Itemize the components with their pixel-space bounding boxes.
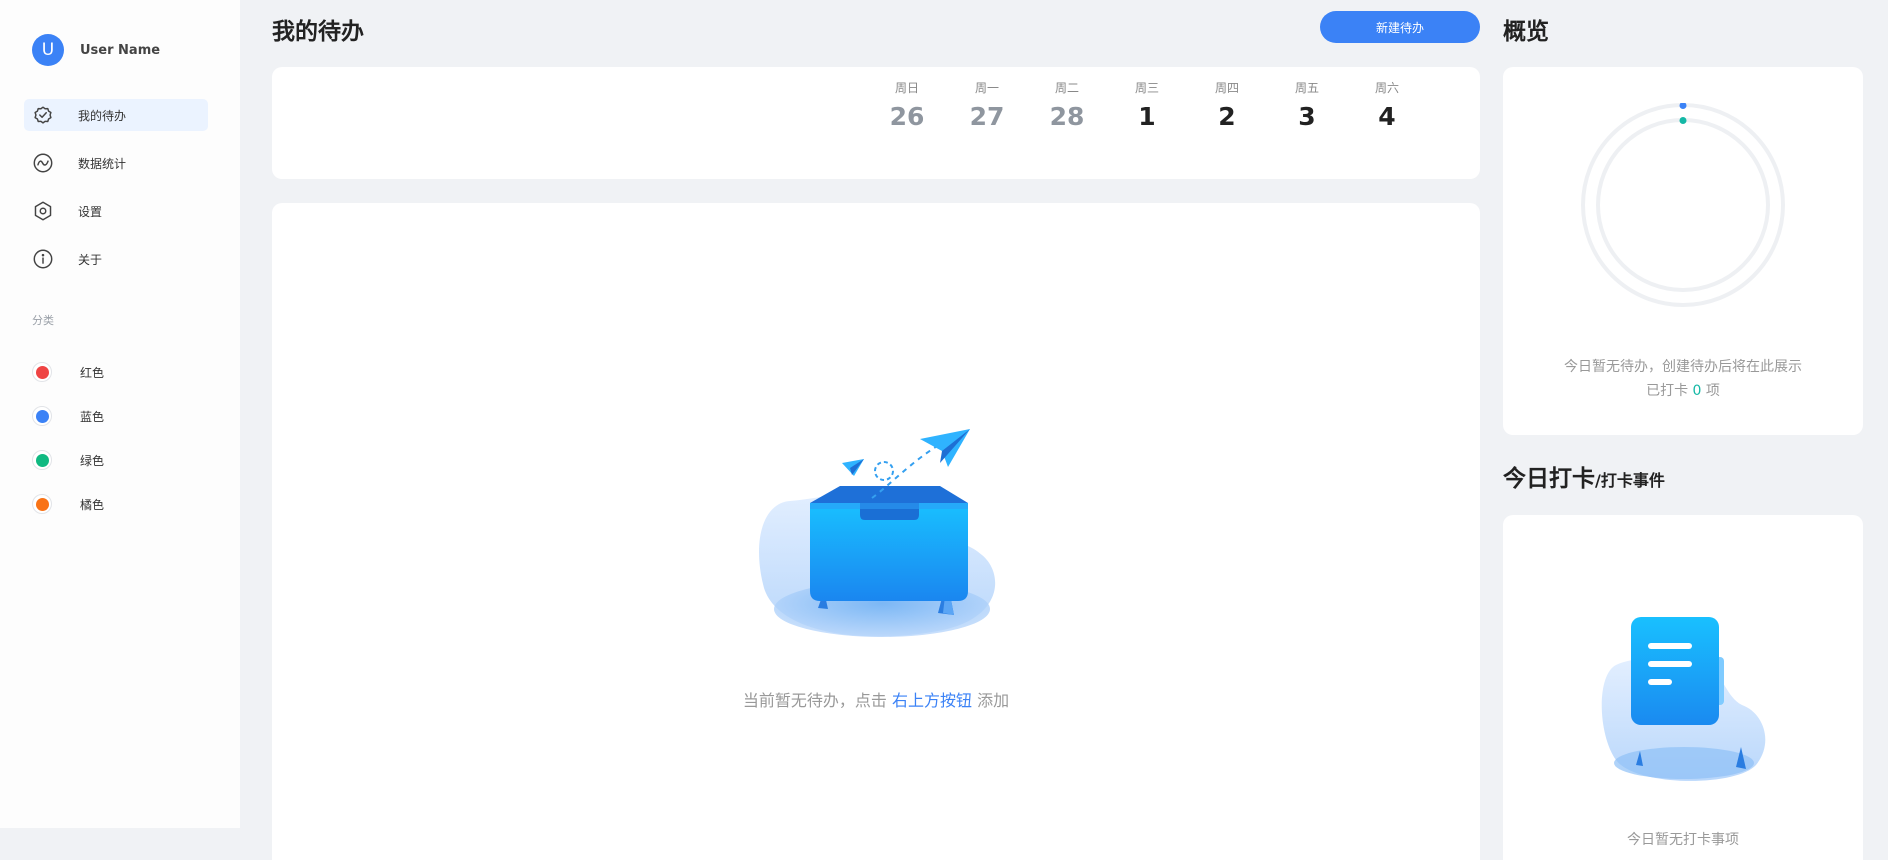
sidebar-item-label: 关于 <box>78 252 103 267</box>
punch-panel: 今日暂无打卡事项 <box>1503 515 1863 860</box>
sidebar-item-settings[interactable]: 设置 <box>24 195 208 227</box>
day-name: 周一 <box>974 81 999 95</box>
new-todo-button[interactable]: 新建待办 <box>1320 11 1480 43</box>
empty-inbox-illustration <box>759 429 996 637</box>
color-dot-icon <box>32 362 52 382</box>
day-number: 26 <box>889 102 925 131</box>
color-dot-icon <box>32 450 52 470</box>
check-shield-icon <box>34 106 52 124</box>
sidebar-item-label: 数据统计 <box>78 156 127 171</box>
punch-count: 0 <box>1692 383 1702 399</box>
sidebar-item-label: 我的待办 <box>78 108 127 123</box>
day-number: 1 <box>1138 102 1156 131</box>
empty-document-illustration <box>1601 617 1766 781</box>
day-name: 周六 <box>1374 81 1399 95</box>
week-days: 周日 26 周一 27 周二 28 周三 1 周四 2 周五 3 周六 4 <box>867 77 1427 131</box>
category-list: 红色 蓝色 绿色 橘色 <box>32 358 104 534</box>
category-label: 绿色 <box>80 453 105 468</box>
category-heading: 分类 <box>32 314 54 327</box>
empty-hint-suffix: 添加 <box>977 691 1010 710</box>
category-label: 红色 <box>80 365 105 380</box>
day-cell[interactable]: 周六 4 <box>1347 77 1427 131</box>
day-cell[interactable]: 周一 27 <box>947 77 1027 131</box>
color-dot-icon <box>32 494 52 514</box>
sidebar-item-my-todos[interactable]: 我的待办 <box>24 99 208 131</box>
category-item-orange[interactable]: 橘色 <box>32 490 104 518</box>
category-label: 橘色 <box>80 497 105 512</box>
todo-list-panel: 当前暂无待办，点击 右上方按钮 添加 <box>272 203 1480 860</box>
day-number: 2 <box>1218 102 1236 131</box>
sidebar: U User Name 我的待办 数据统计 设置 关于 分类 红色 蓝色 绿色 … <box>0 0 240 828</box>
day-cell[interactable]: 周五 3 <box>1267 77 1347 131</box>
count-suffix: 项 <box>1705 383 1720 399</box>
progress-ring <box>1581 103 1785 307</box>
page-title: 我的待办 <box>272 19 364 45</box>
avatar[interactable]: U <box>32 34 64 66</box>
category-item-red[interactable]: 红色 <box>32 358 104 386</box>
color-dot-icon <box>32 406 52 426</box>
empty-hint: 当前暂无待办，点击 右上方按钮 添加 <box>272 687 1480 711</box>
day-name: 周三 <box>1134 81 1159 95</box>
day-name: 周五 <box>1294 81 1319 95</box>
punch-title: 今日打卡/打卡事件 <box>1503 459 1665 493</box>
day-cell[interactable]: 周三 1 <box>1107 77 1187 131</box>
punch-title-main: 今日打卡 <box>1503 466 1595 492</box>
day-number: 27 <box>969 102 1005 131</box>
day-cell[interactable]: 周日 26 <box>867 77 947 131</box>
user-profile[interactable]: U User Name <box>32 34 160 66</box>
day-number: 3 <box>1298 102 1316 131</box>
day-cell[interactable]: 周四 2 <box>1187 77 1267 131</box>
category-label: 蓝色 <box>80 409 105 424</box>
overview-panel: 今日暂无待办，创建待办后将在此展示 已打卡 0 项 <box>1503 67 1863 435</box>
user-name: User Name <box>80 42 161 58</box>
day-name: 周四 <box>1214 81 1239 95</box>
sidebar-nav: 我的待办 数据统计 设置 关于 <box>24 99 208 291</box>
day-number: 28 <box>1049 102 1085 131</box>
day-number: 4 <box>1378 102 1396 131</box>
sidebar-item-about[interactable]: 关于 <box>24 243 208 275</box>
gear-hexagon-icon <box>34 201 52 221</box>
category-item-blue[interactable]: 蓝色 <box>32 402 104 430</box>
info-icon <box>33 249 53 269</box>
overview-count-line: 已打卡 0 项 <box>1503 379 1863 403</box>
category-item-green[interactable]: 绿色 <box>32 446 104 474</box>
day-name: 周二 <box>1054 81 1079 95</box>
day-name: 周日 <box>894 81 919 95</box>
overview-empty-text: 今日暂无待办，创建待办后将在此展示 <box>1564 359 1802 375</box>
week-calendar: 周日 26 周一 27 周二 28 周三 1 周四 2 周五 3 周六 4 <box>272 67 1480 179</box>
count-prefix: 已打卡 <box>1646 383 1689 399</box>
chart-wave-icon <box>33 153 53 173</box>
empty-hint-link[interactable]: 右上方按钮 <box>892 691 972 710</box>
overview-title: 概览 <box>1503 19 1549 45</box>
sidebar-item-label: 设置 <box>78 204 103 219</box>
punch-title-sub: /打卡事件 <box>1595 471 1665 490</box>
overview-text: 今日暂无待办，创建待办后将在此展示 已打卡 0 项 <box>1503 355 1863 403</box>
day-cell[interactable]: 周二 28 <box>1027 77 1107 131</box>
sidebar-item-statistics[interactable]: 数据统计 <box>24 147 208 179</box>
empty-hint-prefix: 当前暂无待办，点击 <box>742 691 887 710</box>
punch-empty-text: 今日暂无打卡事项 <box>1627 832 1739 848</box>
